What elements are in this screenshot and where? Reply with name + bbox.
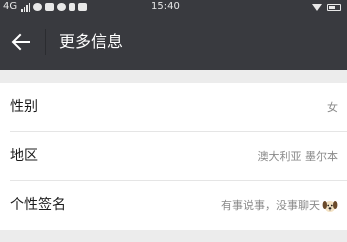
status-bar: 4G 15:40 [0,0,347,14]
status-left: 4G [3,0,88,14]
gender-value: 女 [327,101,338,114]
page-title: 更多信息 [59,32,124,51]
dog-face-icon [322,200,338,212]
message-notification-icon [57,3,67,11]
back-arrow-icon[interactable] [10,31,32,53]
chat-notification-icon [33,3,43,11]
gender-label: 性别 [10,99,38,115]
app-bar: 更多信息 [0,14,347,70]
status-time: 15:40 [151,1,180,12]
bank-app-notification-icon [78,3,88,11]
app-notification-icon [45,3,55,11]
signature-label: 个性签名 [10,197,66,213]
signature-value: 有事说事，没事聊天 [221,199,320,212]
region-value: 澳大利亚 墨尔本 [257,150,339,163]
info-list: 性别 女 地区 澳大利亚 墨尔本 个性签名 有事说事，没事聊天 [0,83,347,230]
header-divider [45,29,46,55]
signature-value-container: 有事说事，没事聊天 [221,181,338,230]
wifi-icon [312,3,322,11]
battery-icon [327,3,341,11]
signal-strength-icon [21,2,31,12]
status-right [312,0,341,14]
region-label: 地区 [10,148,38,164]
info-row-gender[interactable]: 性别 女 [0,83,347,132]
info-row-region[interactable]: 地区 澳大利亚 墨尔本 [0,132,347,181]
info-row-signature[interactable]: 个性签名 有事说事，没事聊天 [0,181,347,230]
usb-icon [69,3,76,11]
network-type-label: 4G [3,1,18,12]
